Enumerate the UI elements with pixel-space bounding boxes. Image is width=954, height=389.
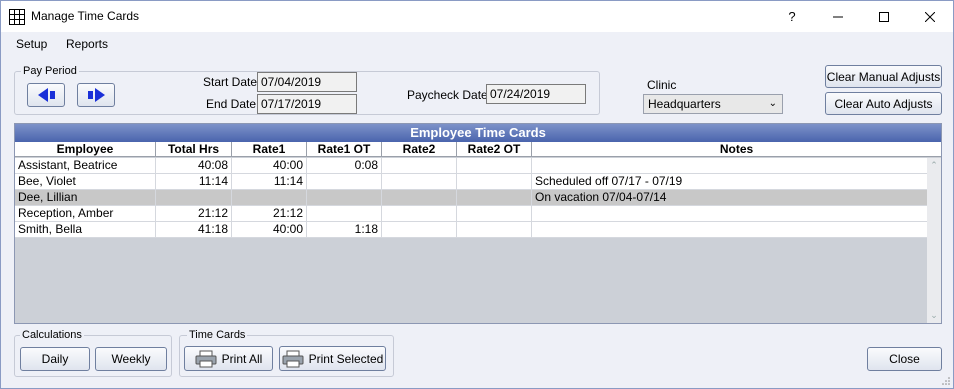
- cell-rate2-ot: [457, 222, 532, 238]
- calculations-label: Calculations: [20, 329, 84, 341]
- close-window-button[interactable]: [907, 1, 953, 32]
- cell-employee: Smith, Bella: [15, 222, 156, 238]
- print-selected-label: Print Selected: [308, 351, 384, 366]
- clinic-select[interactable]: Headquarters ⌄: [643, 94, 783, 114]
- col-header-rate2-ot[interactable]: Rate2 OT: [457, 142, 532, 157]
- table-row[interactable]: Reception, Amber 21:12 21:12: [15, 206, 927, 222]
- cell-rate1-ot: 1:18: [307, 222, 382, 238]
- cell-employee: Assistant, Beatrice: [15, 158, 156, 174]
- manage-time-cards-window: Manage Time Cards ? Setup Reports Pay Pe…: [0, 0, 954, 389]
- cell-rate2-ot: [457, 158, 532, 174]
- col-header-employee[interactable]: Employee: [15, 142, 156, 157]
- printer-icon: [195, 350, 217, 367]
- paycheck-date-field[interactable]: [486, 84, 586, 104]
- paycheck-date-label: Paycheck Date: [407, 88, 488, 102]
- cell-rate2: [382, 174, 457, 190]
- end-date-label: End Date: [206, 97, 257, 111]
- scroll-up-icon[interactable]: ⌃: [927, 160, 941, 171]
- resize-grip-icon[interactable]: [941, 376, 951, 386]
- menu-reports[interactable]: Reports: [66, 37, 108, 51]
- time-cards-label: Time Cards: [187, 329, 248, 341]
- cell-employee: Dee, Lillian: [15, 190, 156, 206]
- cell-total-hrs: 21:12: [156, 206, 232, 222]
- cell-rate1: 11:14: [232, 174, 307, 190]
- table-row-selected[interactable]: Dee, Lillian On vacation 07/04-07/14: [15, 190, 927, 206]
- table-row[interactable]: Bee, Violet 11:14 11:14 Scheduled off 07…: [15, 174, 927, 190]
- cell-rate2: [382, 158, 457, 174]
- scroll-down-icon[interactable]: ⌄: [927, 310, 941, 321]
- cell-rate2-ot: [457, 174, 532, 190]
- cell-rate2-ot: [457, 206, 532, 222]
- cell-rate1-ot: 0:08: [307, 158, 382, 174]
- cell-rate1-ot: [307, 190, 382, 206]
- cell-total-hrs: [156, 190, 232, 206]
- cell-rate1: 21:12: [232, 206, 307, 222]
- pay-period-label: Pay Period: [21, 65, 79, 77]
- grid-app-icon: [9, 9, 25, 25]
- window-title: Manage Time Cards: [31, 9, 140, 23]
- cell-rate2: [382, 222, 457, 238]
- cell-rate1: 40:00: [232, 158, 307, 174]
- col-header-rate2[interactable]: Rate2: [382, 142, 457, 157]
- previous-period-button[interactable]: [27, 83, 65, 107]
- title-bar: Manage Time Cards ?: [1, 1, 953, 32]
- close-icon: [925, 11, 935, 22]
- maximize-button[interactable]: [861, 1, 907, 32]
- daily-button[interactable]: Daily: [20, 347, 90, 371]
- print-selected-button[interactable]: Print Selected: [279, 346, 386, 371]
- cell-notes: [532, 206, 927, 222]
- grid-vertical-scrollbar[interactable]: ⌃ ⌄: [927, 158, 941, 323]
- cell-total-hrs: 40:08: [156, 158, 232, 174]
- cell-rate1: 40:00: [232, 222, 307, 238]
- cell-employee: Reception, Amber: [15, 206, 156, 222]
- table-row[interactable]: Smith, Bella 41:18 40:00 1:18: [15, 222, 927, 238]
- next-period-button[interactable]: [77, 83, 115, 107]
- cell-rate1-ot: [307, 174, 382, 190]
- clear-manual-adjusts-button[interactable]: Clear Manual Adjusts: [825, 65, 942, 88]
- col-header-rate1[interactable]: Rate1: [232, 142, 307, 157]
- menu-setup[interactable]: Setup: [16, 37, 47, 51]
- minimize-icon: [833, 16, 843, 17]
- maximize-icon: [879, 11, 889, 22]
- time-cards-grid: Employee Time Cards Employee Total Hrs R…: [14, 123, 942, 324]
- cell-rate2-ot: [457, 190, 532, 206]
- col-header-notes[interactable]: Notes: [532, 142, 941, 157]
- cell-total-hrs: 41:18: [156, 222, 232, 238]
- printer-icon: [282, 350, 304, 367]
- print-all-button[interactable]: Print All: [184, 346, 273, 371]
- clinic-selected-value: Headquarters: [648, 97, 721, 111]
- weekly-button[interactable]: Weekly: [95, 347, 167, 371]
- cell-rate2: [382, 206, 457, 222]
- cell-notes: [532, 222, 927, 238]
- clear-auto-adjusts-button[interactable]: Clear Auto Adjusts: [825, 92, 942, 115]
- chevron-down-icon: ⌄: [768, 98, 777, 109]
- cell-rate1-ot: [307, 206, 382, 222]
- right-arrow-icon: [94, 88, 105, 102]
- close-button[interactable]: Close: [867, 347, 942, 371]
- grid-column-headers: Employee Total Hrs Rate1 Rate1 OT Rate2 …: [15, 142, 941, 157]
- col-header-total-hrs[interactable]: Total Hrs: [156, 142, 232, 157]
- cell-rate2: [382, 190, 457, 206]
- start-date-label: Start Date: [203, 75, 258, 89]
- print-all-label: Print All: [221, 351, 263, 366]
- cell-notes: On vacation 07/04-07/14: [535, 190, 667, 204]
- clinic-label: Clinic: [647, 78, 677, 92]
- cell-total-hrs: 11:14: [156, 174, 232, 190]
- cell-notes: Scheduled off 07/17 - 07/19: [535, 174, 683, 188]
- grid-caption: Employee Time Cards: [15, 124, 941, 142]
- table-row[interactable]: Assistant, Beatrice 40:08 40:00 0:08: [15, 158, 927, 174]
- left-arrow-icon: [37, 88, 48, 102]
- cell-employee: Bee, Violet: [15, 174, 156, 190]
- end-date-field[interactable]: [257, 94, 357, 114]
- cell-rate1: [232, 190, 307, 206]
- start-date-field[interactable]: [257, 72, 357, 92]
- minimize-button[interactable]: [815, 1, 861, 32]
- help-button[interactable]: ?: [769, 1, 815, 32]
- cell-notes: [532, 158, 927, 174]
- col-header-rate1-ot[interactable]: Rate1 OT: [307, 142, 382, 157]
